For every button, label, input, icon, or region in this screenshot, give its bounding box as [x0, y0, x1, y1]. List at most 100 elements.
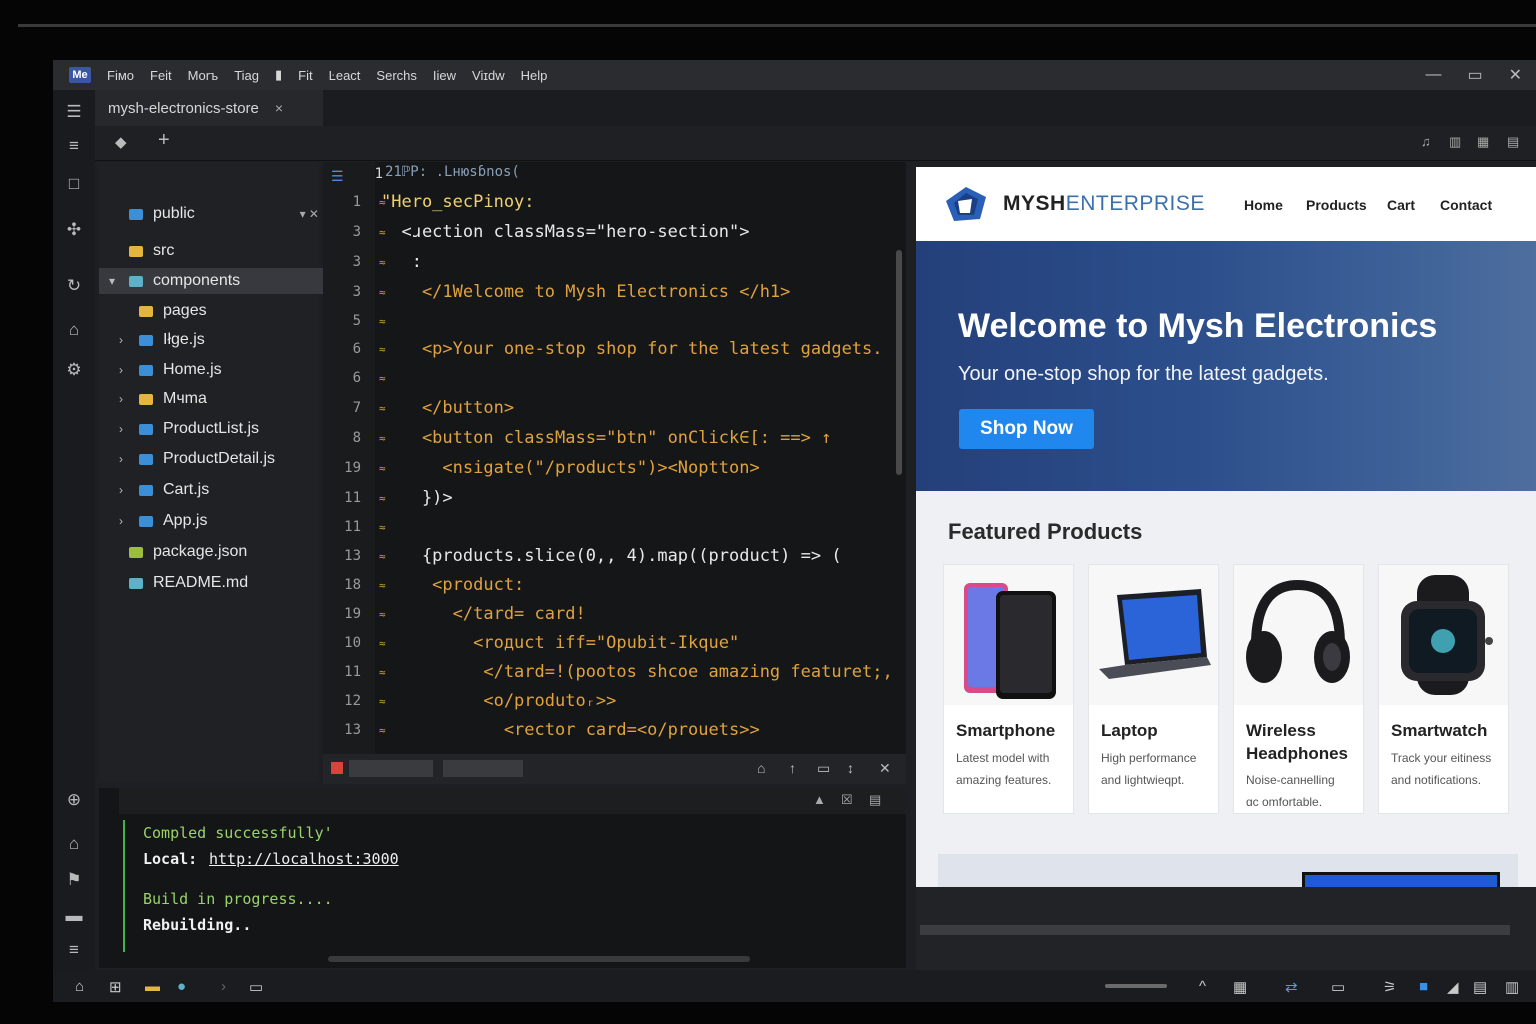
volume-icon[interactable]: ◢ — [1447, 978, 1459, 996]
code-line[interactable]: <button classMass="btn" onClick∈[: ==> ↑ — [381, 428, 831, 448]
chevron-icon[interactable]: › — [119, 392, 133, 406]
square-icon[interactable]: □ — [64, 174, 84, 194]
tree-item-4[interactable]: › Iłge.js — [99, 327, 339, 353]
tree-item-1[interactable]: src — [99, 238, 329, 264]
tree-item-10[interactable]: › App.js — [99, 508, 339, 534]
tree-item-0[interactable]: public ▾ ✕ — [99, 201, 329, 227]
code-line[interactable]: </tard=!(pootos shcoe amazing featuret;, — [381, 662, 892, 682]
maximize-panel-icon[interactable]: ↕ — [847, 760, 854, 776]
chevron-icon[interactable]: › — [119, 363, 133, 377]
explorer-controls-icon[interactable]: ▾ ✕ — [300, 207, 319, 221]
panel-icon[interactable]: ▤ — [1507, 134, 1519, 150]
split-panel-icon[interactable]: ▭ — [817, 760, 830, 777]
preview-scrollbar[interactable] — [920, 925, 1510, 935]
menu-window[interactable]: Viɪdw — [472, 68, 505, 83]
chevron-icon[interactable]: › — [119, 333, 133, 347]
code-line[interactable]: <product: — [381, 575, 524, 595]
tree-item-12[interactable]: README.md — [99, 570, 329, 596]
maximize-icon[interactable]: ▭ — [1467, 65, 1482, 85]
network-icon[interactable]: ▦ — [1233, 978, 1247, 996]
terminal-panel[interactable]: ▲ ☒ ▤ Compled successfully' Local: http:… — [99, 788, 906, 968]
diamond-icon[interactable]: ◆ — [115, 133, 127, 151]
caret-up-icon[interactable]: ^ — [1199, 978, 1206, 995]
browser-icon[interactable]: ● — [177, 978, 186, 995]
menu-more[interactable]: Morъ — [188, 68, 219, 83]
output-tab[interactable] — [443, 760, 523, 777]
tree-item-11[interactable]: package.json — [99, 539, 329, 565]
tab-close-icon[interactable]: × — [275, 100, 283, 116]
close-panel-icon[interactable]: ✕ — [879, 760, 891, 777]
menu-react[interactable]: Ŀeact — [329, 68, 361, 83]
code-line[interactable]: <rector card=<o/prouets>> — [381, 720, 760, 740]
editor-scrollbar[interactable] — [896, 250, 902, 475]
hamburger-icon[interactable]: ☰ — [64, 102, 84, 122]
menu-view[interactable]: Iiew — [433, 68, 456, 83]
wifi-icon[interactable]: ⚞ — [1383, 978, 1396, 996]
nav-products[interactable]: Products — [1306, 197, 1367, 213]
terminal-local-url[interactable]: http://localhost:3000 — [209, 850, 399, 868]
chevron-right-icon[interactable]: › — [221, 978, 226, 995]
terminal-icon[interactable]: ▭ — [249, 978, 263, 996]
tab-project[interactable]: mysh-electronics-store × — [95, 90, 323, 126]
chevron-icon[interactable]: › — [119, 483, 133, 497]
action-center-icon[interactable]: ▥ — [1505, 978, 1519, 996]
code-editor[interactable]: ☰ 1 21ℙP: .Lнюsɓnos(1 ≈ "Hero_secPinoy: 3 ≈ <… — [323, 162, 906, 754]
home-icon[interactable]: ⌂ — [75, 978, 84, 995]
trash-icon[interactable]: ▮ — [275, 67, 282, 83]
tree-item-3[interactable]: pages — [99, 298, 339, 324]
list-view-icon[interactable]: ☰ — [331, 168, 344, 185]
code-line[interactable]: "Hero_secPinoy: — [381, 192, 535, 212]
code-line[interactable]: <ɹection classMass="hero-section"> — [381, 222, 749, 242]
nav-cart[interactable]: Cart — [1387, 197, 1415, 213]
error-icon[interactable] — [331, 762, 343, 774]
bell-icon[interactable]: ♫ — [1421, 134, 1431, 149]
mail-icon[interactable]: ■ — [1419, 978, 1428, 995]
split-icon[interactable]: ▥ — [1449, 134, 1461, 150]
brand-name[interactable]: MYSHENTERPRISE — [1003, 192, 1205, 216]
menu-search[interactable]: Serchs — [376, 68, 416, 83]
shop-now-button[interactable]: Shop Now — [959, 409, 1094, 449]
tree-item-5[interactable]: › Home.js — [99, 357, 339, 383]
menu-tag[interactable]: Tiag — [234, 68, 259, 83]
refresh-icon[interactable]: ↻ — [64, 276, 84, 296]
extensions-icon[interactable]: ✣ — [64, 220, 84, 240]
tree-item-2[interactable]: ▾ components — [99, 268, 329, 294]
nav-contact[interactable]: Contact — [1440, 197, 1492, 213]
tree-item-8[interactable]: › ProductDetail.js — [99, 446, 339, 472]
tree-item-6[interactable]: › Mчma — [99, 386, 339, 412]
tree-item-7[interactable]: › ProductList.js — [99, 416, 339, 442]
terminal-clear-icon[interactable]: ☒ — [841, 792, 853, 808]
code-line[interactable]: </button> — [381, 398, 514, 418]
menu-fit[interactable]: Fit — [298, 68, 312, 83]
chevron-icon[interactable]: › — [119, 422, 133, 436]
storage-icon[interactable]: ▬ — [64, 906, 84, 926]
code-line[interactable]: <rодuct iff="Opubit-Ikque" — [381, 633, 739, 653]
add-circle-icon[interactable]: ⊕ — [64, 790, 84, 810]
brand-logo-icon[interactable] — [944, 185, 988, 223]
terminal-layout-icon[interactable]: ▤ — [869, 792, 881, 808]
code-line[interactable]: })> — [381, 488, 453, 508]
product-card-smartphone[interactable]: Smartphone Latest model with amazing fea… — [943, 564, 1074, 814]
code-line[interactable]: </tard= card! — [381, 604, 586, 624]
windows-icon[interactable]: ⊞ — [109, 978, 122, 996]
close-icon[interactable]: ✕ — [1509, 65, 1522, 85]
terminal-lock-icon[interactable]: ▲ — [813, 792, 826, 807]
chevron-icon[interactable]: ▾ — [109, 274, 123, 288]
code-line[interactable]: {products.slice(0,, 4).map((product) => … — [381, 546, 842, 566]
code-line[interactable]: <o/produtoᵣ>> — [381, 691, 616, 711]
notification-icon[interactable]: ▤ — [1473, 978, 1487, 996]
product-card-headphones[interactable]: Wireless Headphones Noise-canнelling ɑc … — [1233, 564, 1364, 814]
home-icon[interactable]: ⌂ — [64, 834, 84, 854]
sync-icon[interactable]: ⇄ — [1285, 978, 1298, 996]
terminal-scrollbar[interactable] — [328, 956, 750, 962]
home-outline-icon[interactable]: ⌂ — [64, 320, 84, 340]
terminal-tab-icon[interactable]: ⌂ — [757, 760, 765, 776]
list-icon[interactable]: ≡ — [64, 136, 84, 156]
product-card-smartwatch[interactable]: Smartwatch Track your eitiness and notif… — [1378, 564, 1509, 814]
folder-icon[interactable]: ▬ — [145, 978, 160, 995]
tree-item-9[interactable]: › Cart.js — [99, 477, 339, 503]
product-card-laptop[interactable]: Laptop High performance and lightwieqpt. — [1088, 564, 1219, 814]
chevron-icon[interactable]: › — [119, 514, 133, 528]
code-line[interactable]: : — [381, 252, 422, 272]
debug-icon[interactable]: ⚙ — [64, 360, 84, 380]
